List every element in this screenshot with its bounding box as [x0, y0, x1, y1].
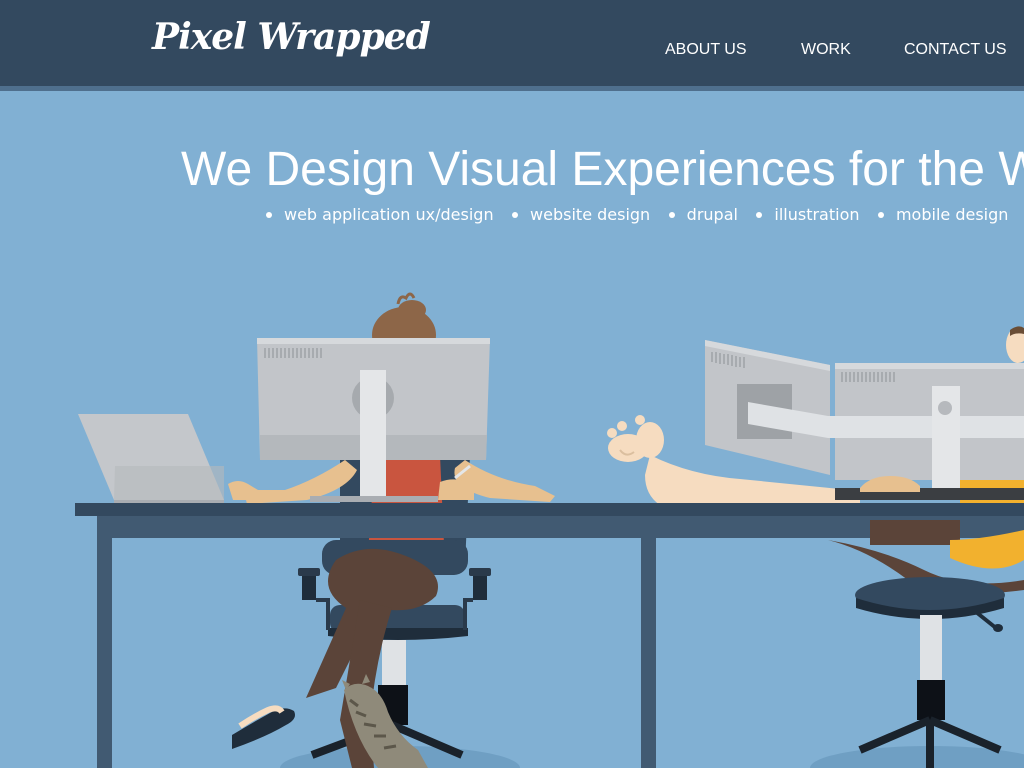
service-item: drupal	[668, 205, 738, 225]
left-person-head	[372, 292, 436, 363]
right-monitor-side	[705, 340, 830, 475]
left-person-arms	[245, 460, 555, 504]
bullet-icon	[512, 211, 519, 218]
service-item: website design	[512, 205, 650, 225]
service-item: mobile design	[877, 205, 1008, 225]
bullet-icon	[668, 211, 675, 218]
service-item: web application ux/design	[266, 205, 494, 225]
left-monitor	[257, 338, 490, 502]
main-nav: ABOUT US WORK CONTACT US	[0, 40, 1024, 62]
left-person-torso	[340, 445, 470, 567]
service-item: illustration	[756, 205, 860, 225]
left-chair	[298, 540, 491, 768]
bullet-icon	[877, 211, 884, 218]
bullet-icon	[266, 211, 272, 218]
monitor-arm	[748, 386, 1024, 496]
cat	[342, 674, 428, 768]
right-person-hands	[860, 476, 920, 492]
site-header: Pixel Wrapped ABOUT US WORK CONTACT US	[0, 0, 1024, 86]
right-chair	[828, 520, 1024, 768]
right-person-feet	[607, 415, 860, 505]
floor-shadow-right	[810, 746, 1024, 768]
nav-work-link[interactable]: WORK	[801, 40, 851, 60]
left-person-legs	[232, 548, 438, 768]
right-monitor-front	[835, 363, 1024, 480]
hero-illustration	[75, 292, 1024, 768]
laptop	[78, 414, 224, 503]
nav-contact-us-link[interactable]: CONTACT US	[904, 40, 1007, 60]
header-divider	[0, 86, 1024, 91]
services-list: web application ux/design website design…	[266, 205, 1022, 227]
right-person-body	[960, 326, 1024, 520]
left-person-hands	[228, 464, 474, 500]
floor-shadow-left	[280, 746, 520, 768]
hero-headline: We Design Visual Experiences for the W	[181, 143, 1024, 196]
nav-about-us-link[interactable]: ABOUT US	[665, 40, 747, 60]
bullet-icon	[756, 211, 763, 218]
desk	[75, 503, 1024, 768]
keyboard	[835, 488, 1024, 500]
